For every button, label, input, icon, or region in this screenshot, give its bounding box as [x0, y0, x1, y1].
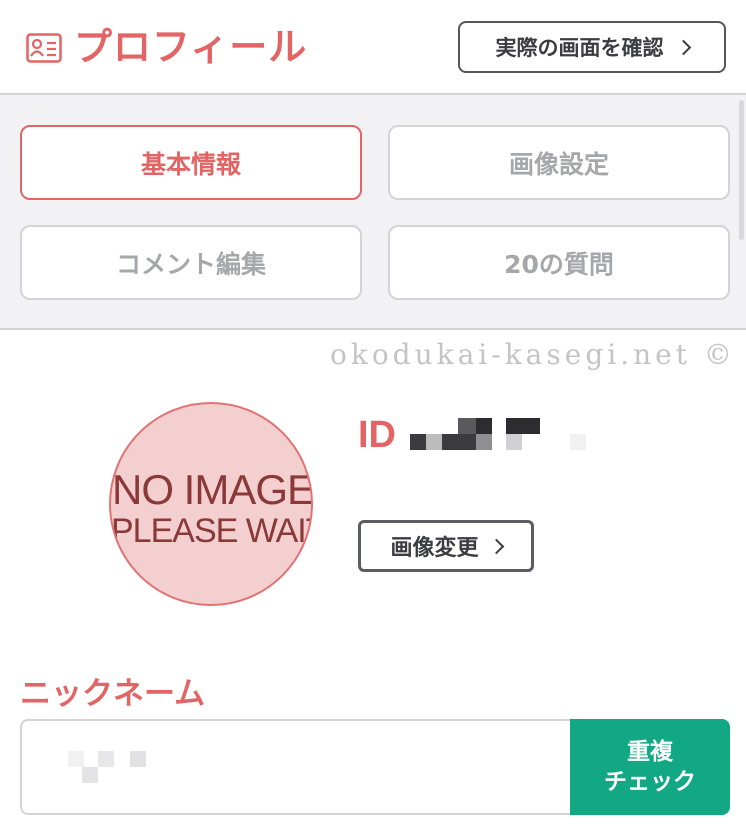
profile-card-icon	[26, 33, 62, 63]
change-image-button[interactable]: 画像変更	[358, 520, 534, 572]
preview-screen-button[interactable]: 実際の画面を確認	[458, 21, 726, 73]
tab-comment-edit[interactable]: コメント編集	[20, 225, 362, 300]
nickname-label: ニックネーム	[20, 676, 206, 712]
change-image-label: 画像変更	[390, 536, 479, 561]
duplicate-check-button[interactable]: 重複 チェック	[570, 719, 730, 815]
nickname-input[interactable]	[20, 719, 572, 815]
avatar-placeholder-line1: NO IMAGE	[111, 466, 313, 513]
page-header: プロフィール 実際の画面を確認	[0, 0, 746, 95]
tab-20-questions[interactable]: 20の質問	[388, 225, 730, 300]
duplicate-check-label-line1: 重複	[627, 739, 673, 765]
avatar-placeholder-line2: PLEASE WAIT	[111, 512, 313, 550]
avatar: NO IMAGE PLEASE WAIT	[109, 402, 313, 606]
chevron-right-icon	[488, 538, 504, 554]
duplicate-check-label-line2: チェック	[604, 769, 696, 795]
chevron-right-icon	[675, 39, 691, 55]
tab-image-settings[interactable]: 画像設定	[388, 125, 730, 200]
watermark: okodukai-kasegi.net ©	[330, 338, 736, 371]
scrollbar[interactable]	[739, 100, 744, 240]
tab-basic-info[interactable]: 基本情報	[20, 125, 362, 200]
id-label: ID	[358, 414, 396, 456]
page-title: プロフィール	[74, 25, 308, 69]
preview-screen-label: 実際の画面を確認	[495, 36, 664, 60]
tab-menu: 基本情報 画像設定 コメント編集 20の質問	[0, 95, 746, 330]
